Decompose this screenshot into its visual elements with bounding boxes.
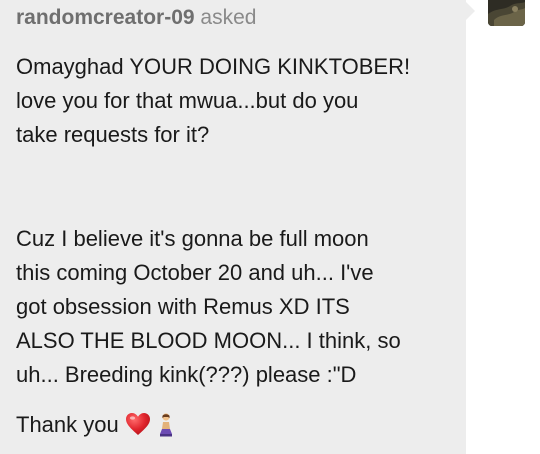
avatar[interactable] [488, 0, 525, 26]
closing-text: Thank you [16, 412, 119, 437]
card-notch [466, 2, 475, 20]
ask-paragraph-2: Cuz I believe it's gonna be full moon th… [16, 226, 401, 387]
asked-label: asked [200, 6, 257, 29]
ask-card: randomcreator-09 asked Omayghad YOUR DOI… [0, 0, 466, 454]
ask-paragraph-1: Omayghad YOUR DOING KINKTOBER! love you … [16, 54, 411, 147]
heart-icon [125, 412, 151, 436]
ask-closing-line: Thank you [16, 408, 456, 442]
ask-header: randomcreator-09 asked [16, 4, 256, 32]
person-kneeling-icon [157, 412, 175, 438]
asker-username[interactable]: randomcreator-09 [16, 6, 195, 29]
